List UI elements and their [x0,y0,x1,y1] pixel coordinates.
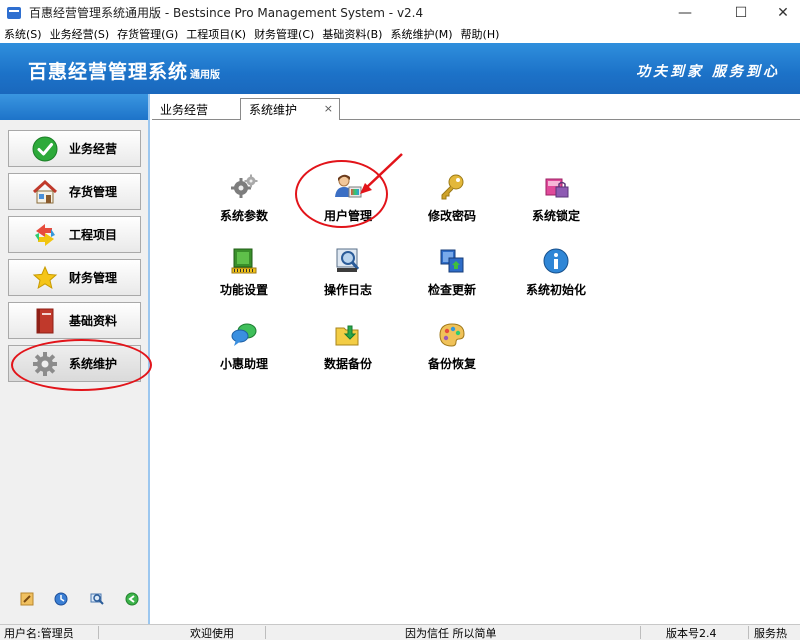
nav-business-button[interactable]: 业务经营 [8,130,141,167]
settings-board-icon [229,246,259,276]
func-check-update[interactable]: 检查更新 [412,246,492,306]
left-panel-tools [0,592,148,612]
banner-edition: 通用版 [190,70,221,81]
chat-bubble-icon [229,320,259,350]
key-icon [437,172,467,202]
status-bar: 用户名:管理员 欢迎使用 因为信任 所以简单 版本号2.4 服务热 [0,624,800,640]
book-icon [31,307,59,335]
func-system-init[interactable]: 系统初始化 [516,246,596,306]
maximize-button[interactable]: ☐ [718,0,764,25]
left-panel-header [0,94,148,120]
palette-icon [437,320,467,350]
menu-projects[interactable]: 工程项目(K) [182,26,250,42]
nav-finance-button[interactable]: 财务管理 [8,259,141,296]
menu-maintenance[interactable]: 系统维护(M) [386,26,456,42]
nav-finance-label: 财务管理 [69,271,118,285]
menu-business[interactable]: 业务经营(S) [46,26,114,42]
update-icon [437,246,467,276]
gear-icon [31,350,59,378]
menu-system[interactable]: 系统(S) [0,26,46,42]
func-operation-log[interactable]: 操作日志 [308,246,388,306]
func-check-update-label: 检查更新 [427,283,476,297]
menu-help[interactable]: 帮助(H) [457,26,504,42]
tab-close-icon[interactable]: × [324,102,333,115]
func-system-params-label: 系统参数 [219,209,268,223]
star-icon [31,264,59,292]
func-operation-log-label: 操作日志 [323,283,372,297]
banner-app-name: 百惠经营管理系统 通用版 [28,57,220,84]
status-version: 版本号2.4 [666,626,717,640]
func-feature-settings[interactable]: 功能设置 [204,246,284,306]
gears-icon [229,172,259,202]
tab-maintenance[interactable]: 系统维护 × [240,98,340,120]
func-user-management-label: 用户管理 [323,209,372,223]
nav-projects-button[interactable]: 工程项目 [8,216,141,253]
tab-maintenance-label: 系统维护 [249,103,298,117]
info-icon [541,246,571,276]
banner-slogan: 功夫到家 服务到心 [636,64,780,80]
back-arrow-icon[interactable] [125,592,139,606]
func-system-lock-label: 系统锁定 [531,209,580,223]
magnifier-log-icon [333,246,363,276]
lock-icon [541,172,571,202]
check-circle-icon [31,135,59,163]
nav-projects-label: 工程项目 [69,228,118,242]
nav-business-label: 业务经营 [69,142,118,156]
func-system-params[interactable]: 系统参数 [204,172,284,232]
menu-bar: 系统(S) 业务经营(S) 存货管理(G) 工程项目(K) 财务管理(C) 基础… [0,25,800,43]
nav-inventory-button[interactable]: 存货管理 [8,173,141,210]
folder-download-icon [333,320,363,350]
tab-business-label: 业务经营 [160,102,209,117]
func-assistant-label: 小惠助理 [219,357,268,371]
menu-finance[interactable]: 财务管理(C) [250,26,318,42]
tab-bar: 业务经营 系统维护 × [152,94,800,120]
func-data-backup-label: 数据备份 [323,357,372,371]
annotation-arrow-icon [360,153,403,194]
func-change-password-label: 修改密码 [427,209,476,223]
left-nav-panel: 业务经营 存货管理 工程项目 财务管理 基础资料 系统维护 [0,94,152,624]
close-button[interactable]: ✕ [760,0,800,25]
func-change-password[interactable]: 修改密码 [412,172,492,232]
func-backup-restore-label: 备份恢复 [427,357,476,371]
house-icon [31,178,59,206]
nav-maintenance-button[interactable]: 系统维护 [8,345,141,382]
status-motto: 因为信任 所以简单 [405,626,497,640]
clock-icon[interactable] [54,592,68,606]
tab-business[interactable]: 业务经营 [160,98,208,120]
maintenance-panel: 系统参数 用户管理 修改密码 系统锁定 功能设置 操作日志 检查更新 系统初始化… [152,120,800,624]
menu-basic-data[interactable]: 基础资料(B) [318,26,386,42]
nav-maintenance-label: 系统维护 [69,357,118,371]
func-backup-restore[interactable]: 备份恢复 [412,320,492,380]
status-separator [748,626,749,639]
status-separator [265,626,266,639]
window-title: 百惠经营管理系统通用版 - Bestsince Pro Management S… [29,6,424,20]
func-data-backup[interactable]: 数据备份 [308,320,388,380]
func-system-init-label: 系统初始化 [525,283,586,297]
nav-basic-data-button[interactable]: 基础资料 [8,302,141,339]
func-feature-settings-label: 功能设置 [219,283,268,297]
nav-basic-data-label: 基础资料 [69,314,118,328]
app-window-icon [7,6,21,19]
banner-app-name-text: 百惠经营管理系统 [28,61,189,83]
app-banner: 百惠经营管理系统 通用版 功夫到家 服务到心 [0,43,800,94]
status-welcome: 欢迎使用 [190,626,234,640]
func-system-lock[interactable]: 系统锁定 [516,172,596,232]
minimize-button[interactable]: — [662,0,708,25]
pencil-icon[interactable] [20,592,34,606]
search-icon[interactable] [90,592,104,606]
nav-inventory-label: 存货管理 [69,185,118,199]
status-user: 用户名:管理员 [4,626,74,640]
menu-inventory[interactable]: 存货管理(G) [113,26,182,42]
status-separator [98,626,99,639]
status-separator [640,626,641,639]
status-service: 服务热 [754,626,787,640]
arrows-cycle-icon [31,221,59,249]
func-assistant[interactable]: 小惠助理 [204,320,284,380]
